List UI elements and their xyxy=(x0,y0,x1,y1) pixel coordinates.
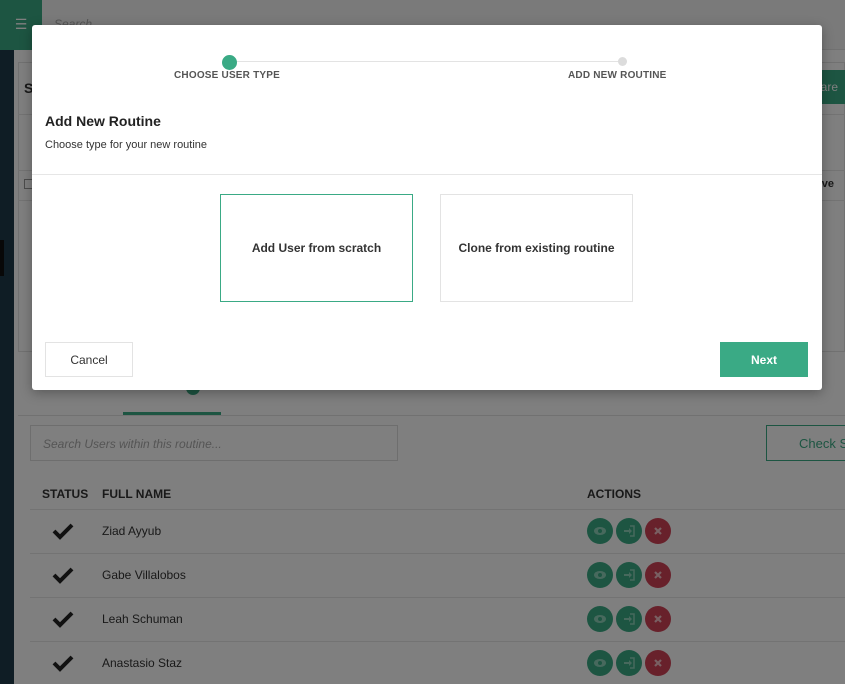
cancel-button[interactable]: Cancel xyxy=(45,342,133,377)
stepper-line xyxy=(230,61,622,62)
option-add-user-from-scratch[interactable]: Add User from scratch xyxy=(220,194,413,302)
option-label: Clone from existing routine xyxy=(458,241,615,255)
modal-title: Add New Routine xyxy=(45,113,161,129)
divider xyxy=(32,174,822,175)
option-clone-existing-routine[interactable]: Clone from existing routine xyxy=(440,194,633,302)
step-label-add-new-routine: ADD NEW ROUTINE xyxy=(568,70,667,81)
step-label-choose-user-type: CHOOSE USER TYPE xyxy=(174,70,280,81)
modal-subtitle: Choose type for your new routine xyxy=(45,139,208,151)
next-button[interactable]: Next xyxy=(720,342,808,377)
step-indicator-active xyxy=(222,55,237,70)
step-indicator-inactive xyxy=(618,57,627,66)
option-label: Add User from scratch xyxy=(251,241,382,255)
add-routine-modal: CHOOSE USER TYPE ADD NEW ROUTINE Add New… xyxy=(32,25,822,390)
